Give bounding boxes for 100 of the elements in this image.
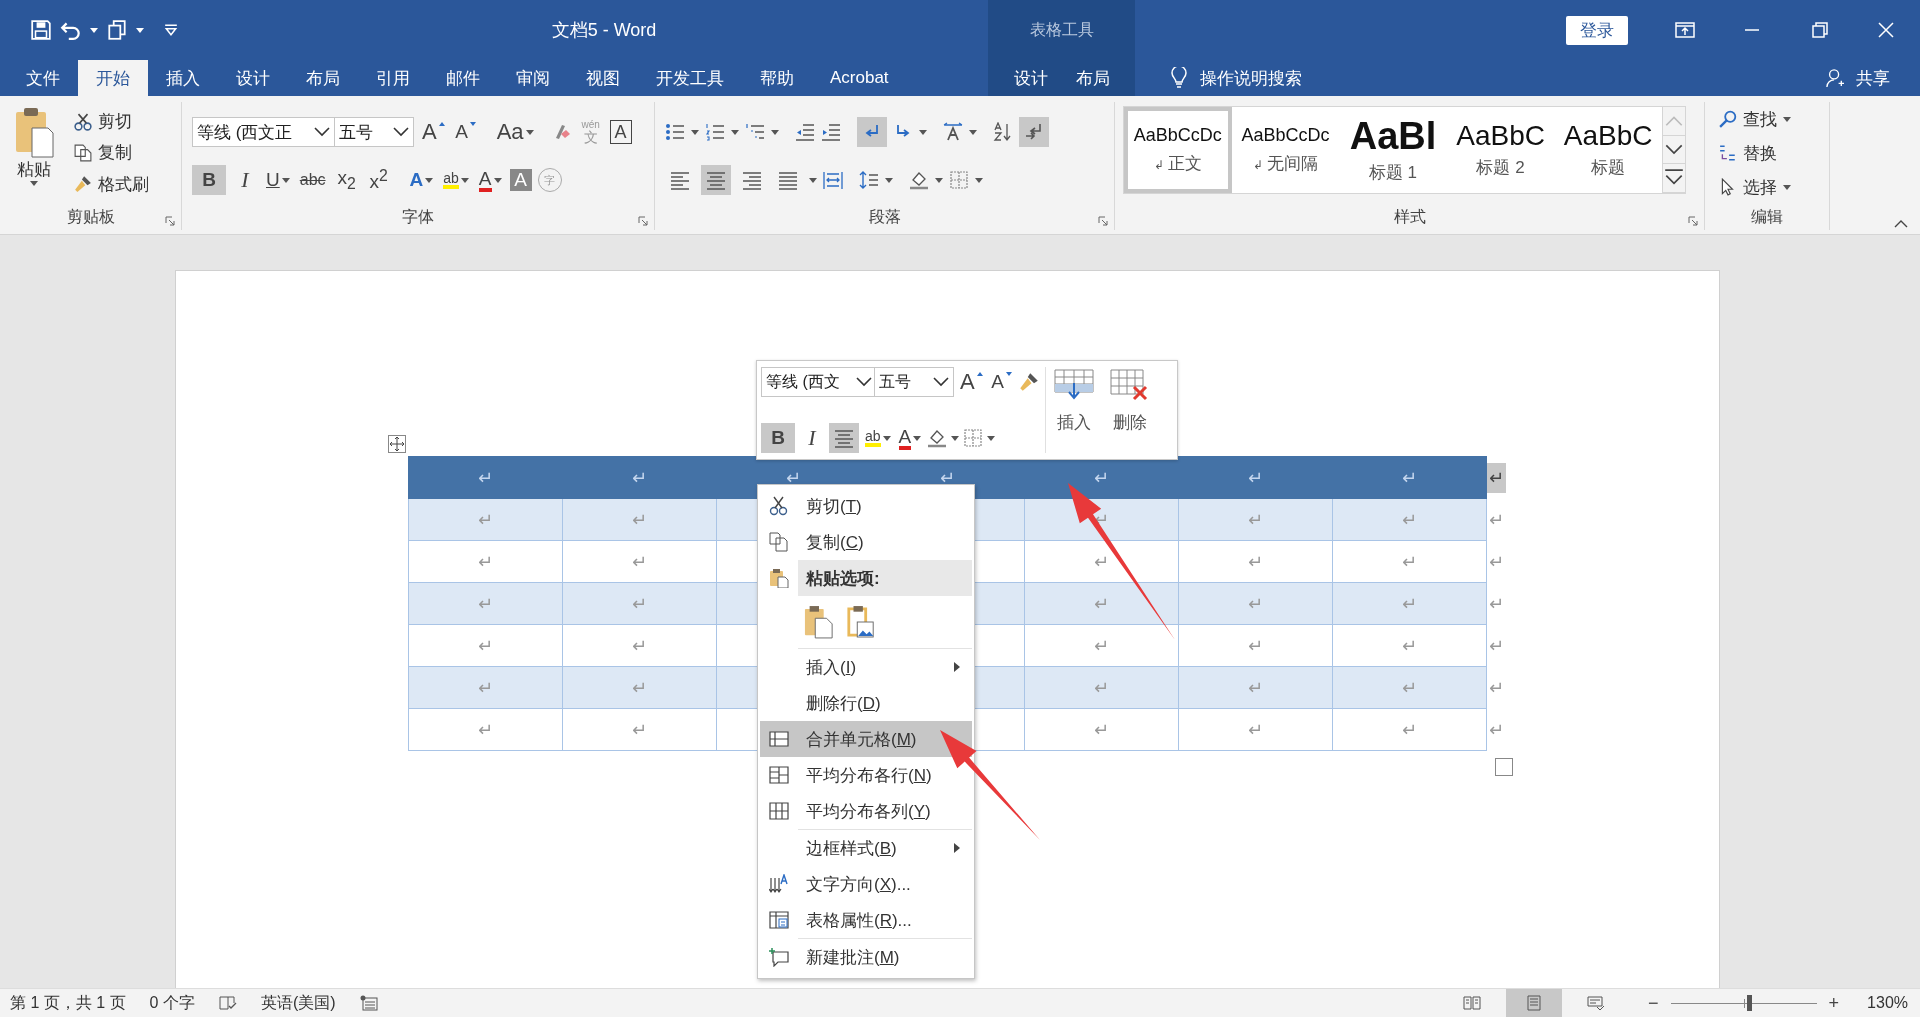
menu-item[interactable]: 边框样式(B) bbox=[798, 829, 972, 866]
dropdown-icon[interactable] bbox=[987, 435, 996, 441]
show-marks-button[interactable] bbox=[1019, 117, 1049, 147]
grow-font-button[interactable]: A bbox=[420, 117, 447, 147]
zoom-slider[interactable] bbox=[1670, 994, 1817, 1012]
select-button[interactable]: 选择 bbox=[1715, 173, 1819, 201]
menu-item[interactable]: 插入(I) bbox=[798, 648, 972, 685]
menu-item[interactable]: 合并单元格(M) bbox=[760, 721, 972, 757]
ribbon-display-icon[interactable] bbox=[1675, 22, 1695, 38]
save-icon[interactable] bbox=[30, 19, 52, 41]
paste-button[interactable]: 粘贴 bbox=[6, 102, 62, 204]
decrease-indent-icon[interactable] bbox=[795, 122, 815, 142]
dropdown-icon[interactable] bbox=[951, 435, 960, 441]
ribbon-tab[interactable]: 视图 bbox=[568, 60, 638, 96]
bold-button[interactable]: B bbox=[761, 423, 795, 453]
language-status[interactable]: 英语(美国) bbox=[260, 992, 336, 1014]
numbering-icon[interactable] bbox=[705, 122, 725, 142]
style-item[interactable]: AaBbCcDc ↲ 正文 bbox=[1124, 107, 1232, 193]
cut-button[interactable]: 剪切 bbox=[70, 108, 153, 136]
resize-handle[interactable] bbox=[1495, 758, 1513, 776]
strikethrough-button[interactable]: abc bbox=[297, 165, 328, 195]
paint-bucket-icon[interactable] bbox=[927, 428, 948, 448]
dropdown-icon[interactable] bbox=[885, 177, 893, 183]
change-case-button[interactable]: Aa bbox=[494, 117, 536, 147]
font-color-button[interactable]: A bbox=[896, 423, 924, 453]
zoom-thumb[interactable] bbox=[1747, 995, 1753, 1011]
alignment-button[interactable] bbox=[701, 165, 731, 195]
shrink-font-button[interactable]: A bbox=[988, 367, 1015, 397]
ribbon-tab[interactable]: 设计 bbox=[999, 60, 1062, 96]
menu-item[interactable]: 平均分布各列(Y) bbox=[760, 793, 972, 829]
font-size-field[interactable]: 五号 bbox=[334, 117, 414, 147]
ribbon-tab[interactable]: 引用 bbox=[358, 60, 428, 96]
restore-icon[interactable] bbox=[1809, 22, 1829, 38]
increase-indent-icon[interactable] bbox=[821, 122, 841, 142]
zoom-out-button[interactable]: − bbox=[1648, 992, 1659, 1014]
subscript-button[interactable]: x$_{2}$ bbox=[333, 165, 360, 195]
ribbon-tab[interactable]: 邮件 bbox=[428, 60, 498, 96]
ribbon-tab[interactable]: 开发工具 bbox=[638, 60, 742, 96]
style-item[interactable]: AaBbCcDc ↲ 无间隔 bbox=[1231, 107, 1340, 193]
dropdown-icon[interactable] bbox=[90, 27, 98, 33]
bullets-icon[interactable] bbox=[665, 122, 685, 142]
menu-item[interactable]: 新建批注(M) bbox=[798, 938, 972, 975]
highlight-button[interactable]: ab bbox=[863, 423, 893, 453]
dropdown-icon[interactable] bbox=[136, 27, 144, 33]
left-to-right-button[interactable] bbox=[857, 117, 887, 147]
ribbon-tab[interactable]: 布局 bbox=[288, 60, 358, 96]
font-name-field[interactable]: 等线 (西文 bbox=[761, 367, 877, 397]
collapse-ribbon-icon[interactable] bbox=[1894, 220, 1908, 228]
zoom-level[interactable]: 130% bbox=[1867, 994, 1908, 1012]
dropdown-icon[interactable] bbox=[969, 129, 977, 135]
copy-button[interactable]: 复制 bbox=[70, 139, 153, 167]
login-button[interactable]: 登录 bbox=[1566, 15, 1628, 45]
grow-font-button[interactable]: A bbox=[958, 367, 985, 397]
word-count[interactable]: 0 个字 bbox=[149, 992, 195, 1014]
dropdown-icon[interactable] bbox=[691, 129, 699, 135]
menu-item[interactable]: 文字方向(X)... bbox=[760, 866, 972, 902]
page-count[interactable]: 第 1 页，共 1 页 bbox=[10, 992, 126, 1014]
tablet-icon[interactable] bbox=[106, 19, 128, 41]
ribbon-tab[interactable]: 布局 bbox=[1061, 60, 1124, 96]
ribbon-tab[interactable]: 文件 bbox=[8, 60, 78, 96]
dropdown-icon[interactable] bbox=[731, 129, 739, 135]
text-spacing-icon[interactable] bbox=[943, 122, 963, 142]
dialog-launcher-icon[interactable] bbox=[638, 216, 648, 226]
italic-button[interactable]: I bbox=[232, 165, 258, 195]
move-handle-icon[interactable] bbox=[388, 435, 406, 453]
ribbon-tab[interactable]: 插入 bbox=[148, 60, 218, 96]
paste-icon[interactable] bbox=[804, 605, 834, 639]
ribbon-tab[interactable]: 帮助 bbox=[742, 60, 812, 96]
highlight-button[interactable]: ab bbox=[441, 165, 471, 195]
distributed-icon[interactable] bbox=[823, 170, 843, 190]
format-painter-button[interactable]: 格式刷 bbox=[70, 170, 153, 198]
character-shading-button[interactable]: A bbox=[509, 169, 532, 191]
menu-item[interactable]: 剪切(T) bbox=[760, 488, 972, 524]
insert-button[interactable]: 插入 bbox=[1045, 367, 1102, 453]
style-item[interactable]: AaBl 标题 1 bbox=[1339, 107, 1447, 193]
font-name-field[interactable]: 等线 (西文正 bbox=[192, 117, 335, 147]
ribbon-tab[interactable]: 设计 bbox=[218, 60, 288, 96]
tell-me-search[interactable]: 操作说明搜索 bbox=[1200, 66, 1302, 90]
bold-button[interactable]: B bbox=[192, 165, 226, 195]
underline-button[interactable]: U bbox=[264, 165, 292, 195]
ribbon-tab[interactable]: Acrobat bbox=[812, 60, 907, 96]
superscript-button[interactable]: x$^{2}$ bbox=[365, 165, 392, 195]
font-size-field[interactable]: 五号 bbox=[874, 367, 954, 397]
delete-button[interactable]: 删除 bbox=[1101, 367, 1158, 453]
macro-icon[interactable] bbox=[359, 995, 378, 1011]
customize-icon[interactable] bbox=[164, 24, 178, 36]
multilevel-list-icon[interactable] bbox=[745, 122, 765, 142]
menu-item[interactable]: 表格属性(R)... bbox=[760, 902, 972, 938]
dialog-launcher-icon[interactable] bbox=[1688, 216, 1698, 226]
paste-picture-icon[interactable] bbox=[846, 605, 876, 639]
font-color-button[interactable]: A bbox=[476, 165, 504, 195]
menu-item[interactable]: 平均分布各行(N) bbox=[760, 757, 972, 793]
find-button[interactable]: 查找 bbox=[1715, 105, 1819, 133]
text-effects-button[interactable]: A bbox=[407, 165, 436, 195]
ribbon-tab[interactable]: 开始 bbox=[78, 60, 148, 96]
dialog-launcher-icon[interactable] bbox=[1098, 216, 1108, 226]
style-item[interactable]: AaBbC 标题 bbox=[1554, 107, 1662, 193]
close-icon[interactable] bbox=[1876, 22, 1896, 38]
zoom-in-button[interactable]: + bbox=[1828, 992, 1840, 1014]
dropdown-icon[interactable] bbox=[771, 129, 779, 135]
